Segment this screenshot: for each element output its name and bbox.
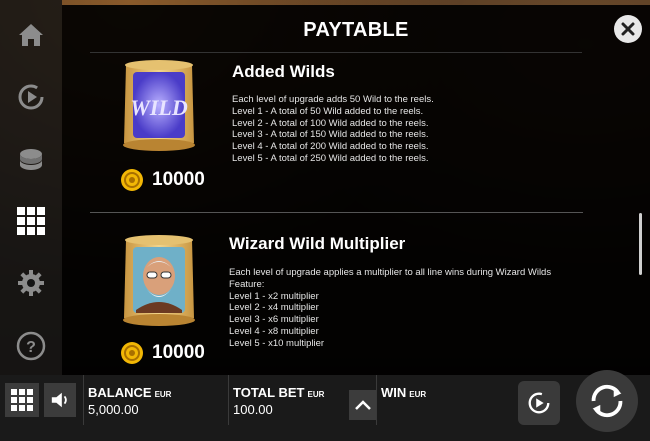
upgrade-cost: 10000 [120,168,205,192]
chevron-up-icon [355,400,371,410]
page-title: PAYTABLE [303,19,409,41]
coins-icon[interactable] [13,141,49,177]
side-nav: ? [0,0,62,375]
sound-button[interactable] [44,383,76,417]
win-currency: EUR [409,390,427,399]
balance-label: BALANCE [88,385,152,400]
feature-title: Added Wilds [232,62,335,81]
feature-title: Wizard Wild Multiplier [229,234,406,253]
scrollbar[interactable] [639,213,642,275]
replay-icon[interactable] [13,79,49,115]
bet-increase-button[interactable] [349,390,377,420]
settings-gear-icon[interactable] [13,265,49,301]
cost-value: 10000 [152,169,205,190]
header-divider [90,52,582,53]
close-icon [621,22,635,36]
total-bet-label: TOTAL BET [233,385,305,400]
feature-description: Each level of upgrade applies a multipli… [229,267,552,349]
close-button[interactable] [614,15,642,43]
divider [228,375,229,425]
cost-value: 10000 [152,342,205,363]
svg-text:WILD: WILD [130,95,188,120]
grid-menu-icon [11,389,33,411]
help-icon[interactable]: ? [13,328,49,364]
total-bet-value: 100.00 [233,402,273,417]
autoplay-button[interactable] [518,381,560,425]
divider [83,375,84,425]
divider [376,375,377,425]
wild-scroll-icon: WILD [123,60,195,151]
coin-icon [121,169,143,191]
autoplay-icon [528,392,550,414]
upgrade-cost: 10000 [120,341,205,365]
balance-value: 5,000.00 [88,402,139,417]
menu-button[interactable] [5,383,39,417]
svg-text:?: ? [26,339,36,356]
coin-icon [121,342,143,364]
home-icon[interactable] [13,17,49,53]
balance-currency: EUR [154,390,172,399]
spin-icon [591,384,623,418]
spin-button[interactable] [576,370,638,432]
wizard-scroll-icon [123,235,195,326]
feature-description: Each level of upgrade adds 50 Wild to th… [232,94,434,164]
section-divider [90,212,583,213]
win-label: WIN [381,385,407,400]
bottom-bar: BALANCE EUR 5,000.00 TOTAL BET EUR 100.00 … [0,370,650,441]
total-bet-currency: EUR [307,390,325,399]
speaker-icon [51,392,67,408]
paytable-grid-icon[interactable] [13,203,49,239]
paytable-panel: PAYTABLE WILD 10000 Added Wilds Each lev… [62,5,650,375]
